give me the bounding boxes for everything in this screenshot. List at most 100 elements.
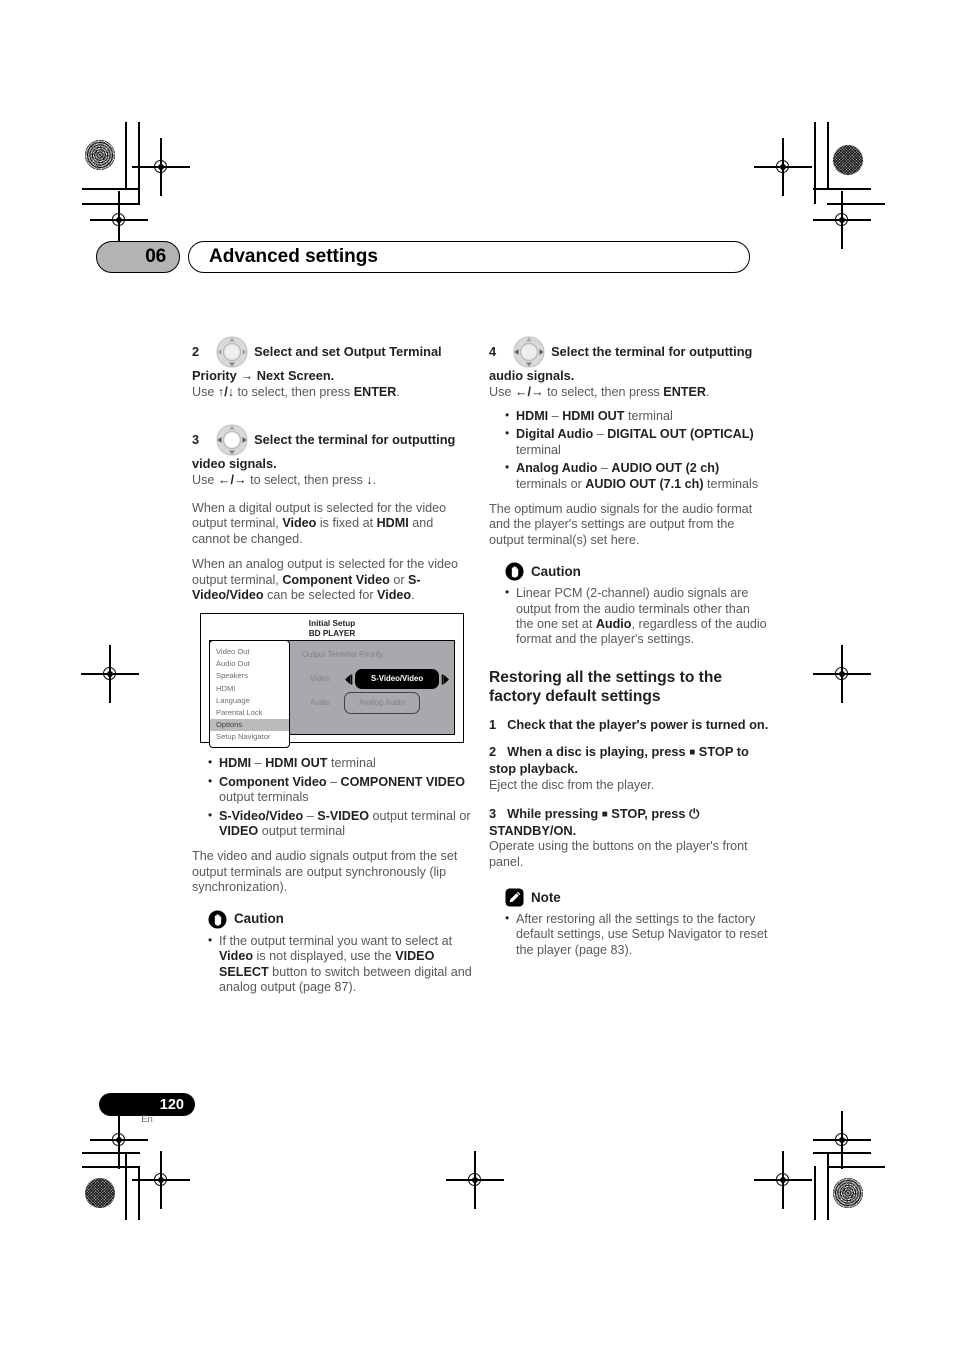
paragraph-digital-output: When a digital output is selected for th…: [192, 501, 447, 546]
bullet-term: Analog Audio: [516, 461, 598, 476]
crop-rule: [827, 1166, 885, 1168]
bullet-term-2: COMPONENT VIDEO: [340, 774, 466, 789]
step-4-enter-key: ENTER: [663, 384, 706, 399]
chapter-number-badge: 06: [96, 241, 180, 273]
step-2-body-mid: to select, then press: [234, 384, 354, 399]
registration-mark: [90, 1111, 148, 1169]
osd-video-value[interactable]: S-Video/Video: [355, 669, 440, 689]
bullet-term: HDMI: [516, 409, 549, 423]
paragraph-optimum-audio: The optimum audio signals for the audio …: [489, 502, 753, 547]
halftone-dot-top-right: [833, 145, 863, 175]
bullet-term: HDMI: [219, 756, 252, 771]
osd-menu-item-parental-lock[interactable]: Parental Lock: [210, 706, 289, 718]
step-4-number: 4: [489, 344, 497, 359]
osd-row-audio-label: Audio: [310, 698, 330, 708]
step-2-body: Use ↑/↓ to select, then press ENTER.: [192, 385, 472, 400]
step-2-body-prefix: Use: [192, 384, 218, 399]
list-item: S-Video/Video – S-VIDEO output terminal …: [208, 808, 472, 840]
osd-title-line1: Initial Setup: [308, 619, 356, 629]
caution-hand-icon: [208, 910, 227, 929]
cursor-wheel-icon: [212, 336, 252, 370]
osd-menu-item-setup-navigator[interactable]: Setup Navigator: [210, 731, 289, 743]
restore-step-1-number: 1: [489, 716, 497, 732]
left-arrow-icon[interactable]: [344, 674, 353, 685]
bullet-term-2: HDMI OUT: [265, 756, 328, 771]
left-bullet-list: HDMI – HDMI OUT terminal Component Video…: [192, 755, 472, 840]
page-title: Advanced settings: [188, 241, 750, 273]
bullet-term-2: HDMI OUT: [562, 409, 625, 423]
caution-heading: Caution: [505, 562, 769, 581]
term-hdmi: HDMI: [376, 516, 409, 531]
halftone-dot-bottom-left: [85, 1178, 115, 1208]
right-column: 4 Select the terminal for outputting aud…: [489, 336, 769, 968]
term-video-2: Video: [377, 588, 412, 603]
left-caution-list: If the output terminal you want to selec…: [192, 933, 472, 996]
step-2-body-suffix: .: [396, 384, 400, 399]
term-component-video: Component Video: [282, 572, 390, 587]
osd-menu-item-options[interactable]: Options: [210, 718, 289, 731]
osd-row-video-label: Video: [310, 674, 330, 684]
right-caution-list: Linear PCM (2-channel) audio signals are…: [489, 585, 769, 648]
step-3-body-mid: to select, then press: [246, 472, 367, 487]
crop-rule: [82, 1166, 140, 1168]
bullet-term-2: DIGITAL OUT (OPTICAL): [607, 427, 754, 442]
right-arrow-icon[interactable]: [441, 674, 450, 685]
caution-heading: Caution: [208, 910, 472, 929]
bullet-term: Component Video: [219, 774, 327, 789]
note-heading: Note: [505, 888, 769, 907]
term-video: Video: [219, 949, 254, 964]
paragraph-analog-output: When an analog output is selected for th…: [192, 557, 459, 603]
list-item: Digital Audio – DIGITAL OUT (OPTICAL) te…: [505, 426, 769, 458]
step-4-keys: ←/→: [514, 384, 544, 399]
registration-mark: [446, 1151, 504, 1209]
bullet-term: Digital Audio: [516, 427, 594, 442]
page-number-badge: 120: [99, 1093, 195, 1116]
halftone-dot-top-left: [85, 140, 115, 170]
step-2-enter-key: ENTER: [353, 384, 397, 399]
osd-menu-item-speakers[interactable]: Speakers: [210, 670, 289, 682]
halftone-dot-bottom-right: [833, 1178, 863, 1208]
note-label: Note: [531, 889, 561, 905]
bullet-term-2: S-VIDEO: [317, 808, 370, 823]
osd-row-audio: Audio Analog Audio: [310, 692, 420, 714]
list-item: Linear PCM (2-channel) audio signals are…: [505, 585, 769, 648]
restore-step-1-heading: Check that the player's power is turned …: [507, 716, 769, 732]
step-4-body: Use ←/→ to select, then press ENTER.: [489, 384, 710, 399]
restore-step-2-body: Eject the disc from the player.: [489, 777, 655, 792]
power-standby-icon: ⏻: [689, 806, 700, 822]
step-3-body: Use ←/→ to select, then press ↓.: [192, 473, 472, 488]
crop-rule: [827, 1152, 829, 1220]
crop-rule: [125, 1152, 127, 1220]
osd-menu: Video Out Audio Out Speakers HDMI Langua…: [209, 640, 290, 749]
osd-setup-screen: Initial Setup BD PLAYER Video Out Audio …: [200, 613, 464, 749]
cursor-wheel-icon: [509, 336, 549, 370]
bullet-term-3: AUDIO OUT (7.1 ch): [585, 476, 704, 491]
chapter-header: 06 Advanced settings: [96, 241, 750, 273]
osd-menu-item-language[interactable]: Language: [210, 694, 289, 706]
bullet-term-3: VIDEO: [219, 824, 259, 839]
step-3-number: 3: [192, 432, 200, 447]
osd-menu-item-hdmi[interactable]: HDMI: [210, 682, 289, 694]
crop-rule: [138, 1166, 140, 1220]
right-bullet-list: HDMI – HDMI OUT terminal Digital Audio –…: [489, 408, 769, 492]
osd-menu-item-audio-out[interactable]: Audio Out: [210, 658, 289, 670]
osd-audio-value[interactable]: Analog Audio: [344, 692, 420, 714]
restore-step-3-body: Operate using the buttons on the player'…: [489, 839, 748, 869]
crop-rule: [82, 188, 140, 190]
crop-rule: [813, 188, 871, 190]
step-2-keys: ↑/↓: [217, 384, 234, 399]
crop-rule: [138, 122, 140, 204]
osd-menu-item-video-out[interactable]: Video Out: [210, 645, 289, 657]
registration-mark: [132, 138, 190, 196]
list-item: Component Video – COMPONENT VIDEO output…: [208, 774, 472, 806]
term-audio: Audio: [595, 617, 632, 632]
cursor-wheel-icon: [212, 424, 252, 458]
osd-title: Initial Setup BD PLAYER: [201, 614, 463, 638]
step-3-body-suffix: .: [372, 472, 377, 487]
crop-rule: [814, 122, 816, 204]
caution-label: Caution: [234, 911, 284, 927]
restore-step-2: 2 When a disc is playing, press ■ STOP to…: [489, 744, 749, 777]
registration-mark: [81, 645, 139, 703]
restore-step-2-number: 2: [489, 744, 497, 760]
list-item: Analog Audio – AUDIO OUT (2 ch) terminal…: [505, 460, 769, 492]
